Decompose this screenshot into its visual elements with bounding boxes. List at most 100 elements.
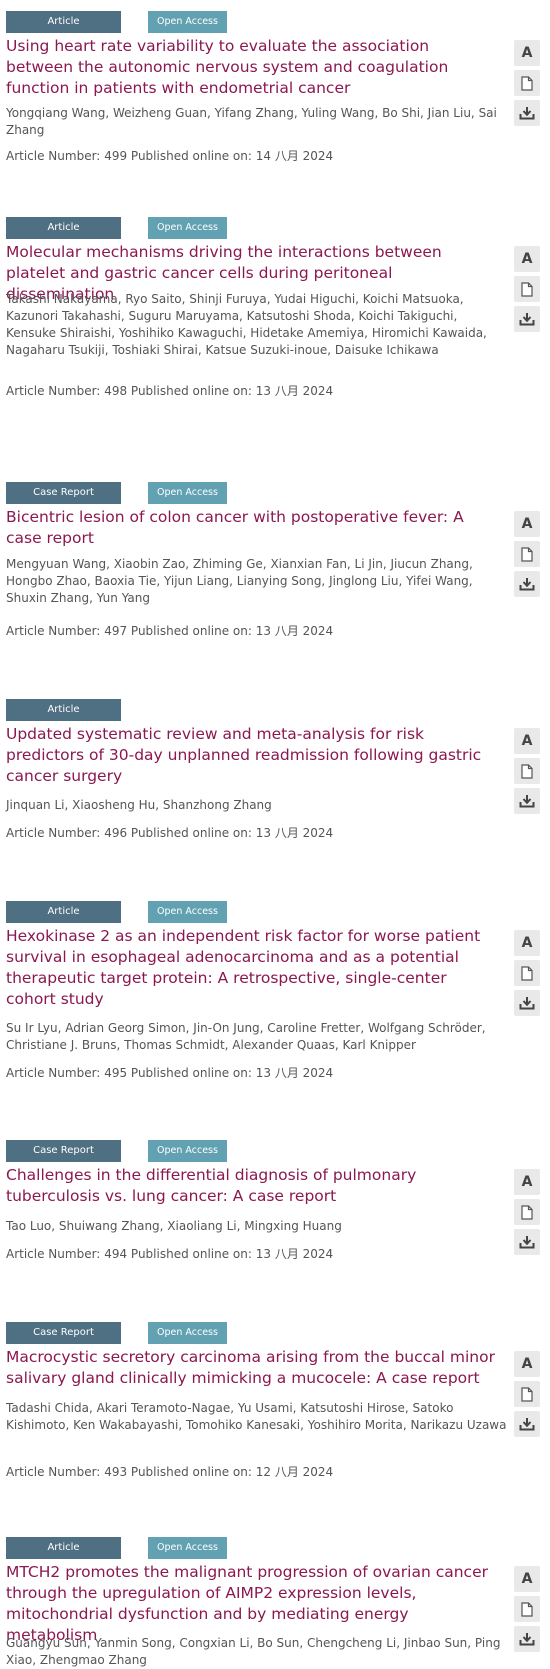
- article-authors: Su Ir Lyu, Adrian Georg Simon, Jin-On Ju…: [6, 1021, 486, 1052]
- abstract-icon: A: [521, 1571, 533, 1587]
- abstract-button[interactable]: A: [514, 246, 540, 272]
- download-icon: [519, 577, 535, 591]
- article-meta: Article Number: 496 Published online on:…: [6, 825, 333, 841]
- open-access-badge[interactable]: Open Access: [148, 901, 227, 923]
- full-text-button[interactable]: [514, 960, 540, 986]
- download-pdf-button[interactable]: [514, 1626, 540, 1652]
- article-title[interactable]: Updated systematic review and meta-analy…: [6, 724, 496, 787]
- article-title[interactable]: Using heart rate variability to evaluate…: [6, 36, 496, 99]
- download-pdf-button[interactable]: [514, 1411, 540, 1437]
- abstract-button[interactable]: A: [514, 511, 540, 537]
- full-text-button[interactable]: [514, 1596, 540, 1622]
- article-number-label: Article Number:: [6, 1066, 101, 1080]
- published-date: 13 八月 2024: [255, 1066, 334, 1080]
- article-type-badge[interactable]: Case Report: [6, 1322, 121, 1344]
- article-type-badge[interactable]: Article: [6, 1537, 121, 1559]
- download-icon: [519, 106, 535, 120]
- download-icon: [519, 312, 535, 326]
- abstract-button[interactable]: A: [514, 1566, 540, 1592]
- full-text-button[interactable]: [514, 70, 540, 96]
- open-access-badge[interactable]: Open Access: [148, 217, 227, 239]
- document-icon: [521, 546, 533, 562]
- download-icon: [519, 996, 535, 1010]
- document-icon: [521, 281, 533, 297]
- open-access-badge[interactable]: Open Access: [148, 11, 227, 33]
- abstract-button[interactable]: A: [514, 40, 540, 66]
- published-label: Published online on:: [130, 384, 252, 398]
- article-type-badge[interactable]: Article: [6, 217, 121, 239]
- article-number: 496: [104, 826, 128, 840]
- article-authors: Tao Luo, Shuiwang Zhang, Xiaoliang Li, M…: [6, 1219, 342, 1233]
- abstract-icon: A: [521, 1356, 533, 1372]
- article-number: 497: [104, 624, 128, 638]
- download-pdf-button[interactable]: [514, 306, 540, 332]
- article-type-badge[interactable]: Article: [6, 11, 121, 33]
- abstract-button[interactable]: A: [514, 930, 540, 956]
- download-pdf-button[interactable]: [514, 990, 540, 1016]
- download-pdf-button[interactable]: [514, 1229, 540, 1255]
- article-number-label: Article Number:: [6, 1247, 101, 1261]
- published-date: 13 八月 2024: [255, 826, 334, 840]
- article-authors: Yongqiang Wang, Weizheng Guan, Yifang Zh…: [6, 106, 497, 137]
- published-date: 13 八月 2024: [255, 384, 334, 398]
- download-pdf-button[interactable]: [514, 100, 540, 126]
- published-label: Published online on:: [130, 149, 252, 163]
- abstract-button[interactable]: A: [514, 1351, 540, 1377]
- article-type-badge[interactable]: Case Report: [6, 1140, 121, 1162]
- article-meta: Article Number: 499 Published online on:…: [6, 148, 333, 164]
- document-icon: [521, 1601, 533, 1617]
- article-meta: Article Number: 494 Published online on:…: [6, 1246, 333, 1262]
- download-icon: [519, 794, 535, 808]
- article-title[interactable]: Bicentric lesion of colon cancer with po…: [6, 507, 496, 549]
- published-date: 12 八月 2024: [255, 1465, 334, 1479]
- article-number-label: Article Number:: [6, 826, 101, 840]
- article-meta: Article Number: 497 Published online on:…: [6, 623, 333, 639]
- full-text-button[interactable]: [514, 758, 540, 784]
- open-access-badge[interactable]: Open Access: [148, 482, 227, 504]
- abstract-button[interactable]: A: [514, 728, 540, 754]
- article-type-badge[interactable]: Article: [6, 901, 121, 923]
- published-date: 14 八月 2024: [255, 149, 334, 163]
- published-date: 13 八月 2024: [255, 624, 334, 638]
- article-title[interactable]: MTCH2 promotes the malignant progression…: [6, 1562, 496, 1646]
- document-icon: [521, 1386, 533, 1402]
- published-date: 13 八月 2024: [255, 1247, 334, 1261]
- article-authors: Tadashi Chida, Akari Teramoto-Nagae, Yu …: [6, 1401, 507, 1432]
- full-text-button[interactable]: [514, 541, 540, 567]
- document-icon: [521, 763, 533, 779]
- article-number-label: Article Number:: [6, 1465, 101, 1479]
- article-authors: Jinquan Li, Xiaosheng Hu, Shanzhong Zhan…: [6, 798, 272, 812]
- article-authors: Guangyu Sun, Yanmin Song, Congxian Li, B…: [6, 1636, 501, 1667]
- article-meta: Article Number: 495 Published online on:…: [6, 1065, 333, 1081]
- download-pdf-button[interactable]: [514, 788, 540, 814]
- full-text-button[interactable]: [514, 1381, 540, 1407]
- download-icon: [519, 1417, 535, 1431]
- article-number: 495: [104, 1066, 128, 1080]
- article-meta: Article Number: 493 Published online on:…: [6, 1464, 333, 1480]
- full-text-button[interactable]: [514, 1199, 540, 1225]
- open-access-badge[interactable]: Open Access: [148, 1322, 227, 1344]
- open-access-badge[interactable]: Open Access: [148, 1537, 227, 1559]
- published-label: Published online on:: [130, 1066, 252, 1080]
- document-icon: [521, 75, 533, 91]
- abstract-icon: A: [521, 733, 533, 749]
- article-authors: Mengyuan Wang, Xiaobin Zao, Zhiming Ge, …: [6, 557, 473, 605]
- article-title[interactable]: Hexokinase 2 as an independent risk fact…: [6, 926, 496, 1010]
- abstract-icon: A: [521, 1174, 533, 1190]
- published-label: Published online on:: [130, 1465, 252, 1479]
- abstract-button[interactable]: A: [514, 1169, 540, 1195]
- abstract-icon: A: [521, 251, 533, 267]
- article-number: 493: [104, 1465, 128, 1479]
- full-text-button[interactable]: [514, 276, 540, 302]
- article-type-badge[interactable]: Case Report: [6, 482, 121, 504]
- open-access-badge[interactable]: Open Access: [148, 1140, 227, 1162]
- download-pdf-button[interactable]: [514, 571, 540, 597]
- abstract-icon: A: [521, 45, 533, 61]
- published-label: Published online on:: [130, 826, 252, 840]
- article-title[interactable]: Challenges in the differential diagnosis…: [6, 1165, 496, 1207]
- article-type-badge[interactable]: Article: [6, 699, 121, 721]
- article-number-label: Article Number:: [6, 149, 101, 163]
- article-title[interactable]: Macrocystic secretory carcinoma arising …: [6, 1347, 496, 1389]
- article-number: 498: [104, 384, 128, 398]
- article-meta: Article Number: 498 Published online on:…: [6, 383, 333, 399]
